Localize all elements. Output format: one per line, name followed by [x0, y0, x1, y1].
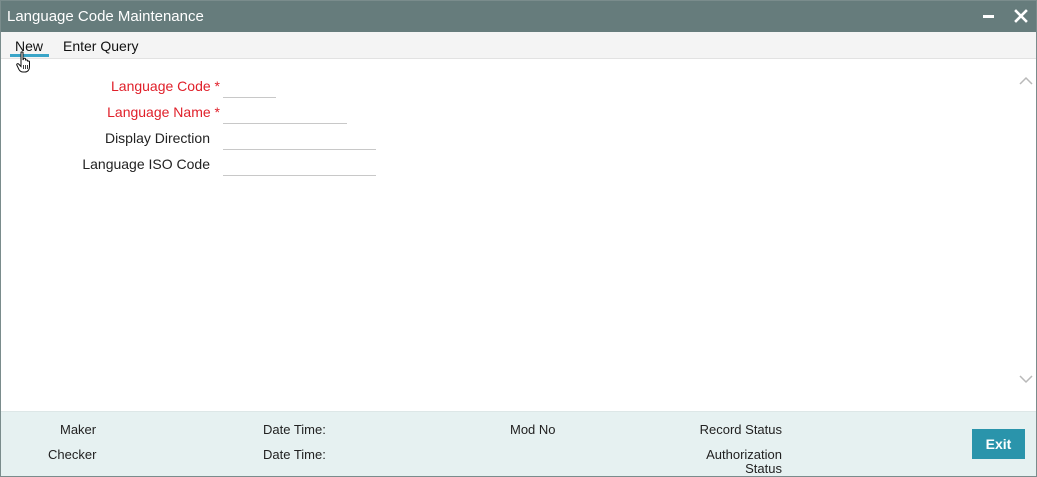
toolbar: New Enter Query: [1, 32, 1036, 59]
close-icon: [1014, 9, 1028, 23]
authorization-status-label-line2: Status: [745, 461, 782, 476]
window-title: Language Code Maintenance: [7, 8, 204, 25]
language-name-label: Language Name *: [107, 104, 220, 120]
language-code-field[interactable]: [223, 75, 276, 98]
exit-button[interactable]: Exit: [972, 429, 1025, 459]
maker-label: Maker: [60, 422, 97, 437]
language-iso-code-field[interactable]: [223, 153, 376, 176]
required-marker: *: [214, 104, 220, 120]
audit-footer: Maker Checker Date Time: Date Time: Mod …: [1, 411, 1036, 476]
hand-cursor-icon: [16, 51, 30, 73]
display-direction-label: Display Direction: [104, 130, 210, 146]
scroll-up-icon[interactable]: [1018, 75, 1034, 87]
enter-query-button[interactable]: Enter Query: [63, 38, 138, 54]
language-iso-code-label: Language ISO Code: [82, 156, 210, 172]
display-direction-field[interactable]: [223, 127, 376, 150]
minimize-button[interactable]: [978, 5, 1000, 27]
checker-label: Checker: [48, 447, 97, 462]
language-name-field[interactable]: [223, 101, 347, 124]
language-code-maintenance-window: Language Code Maintenance New Enter Quer…: [0, 0, 1037, 477]
minimize-icon: [983, 15, 994, 18]
scroll-down-icon[interactable]: [1018, 373, 1034, 385]
checker-date-time-label: Date Time:: [263, 447, 326, 462]
title-bar: Language Code Maintenance: [1, 1, 1036, 32]
authorization-status-label-line1: Authorization: [706, 447, 782, 462]
required-marker: *: [214, 78, 220, 94]
close-button[interactable]: [1010, 5, 1032, 27]
maker-date-time-label: Date Time:: [263, 422, 326, 437]
mod-no-label: Mod No: [510, 422, 556, 437]
record-status-label: Record Status: [699, 422, 782, 437]
language-code-label: Language Code *: [111, 78, 220, 94]
